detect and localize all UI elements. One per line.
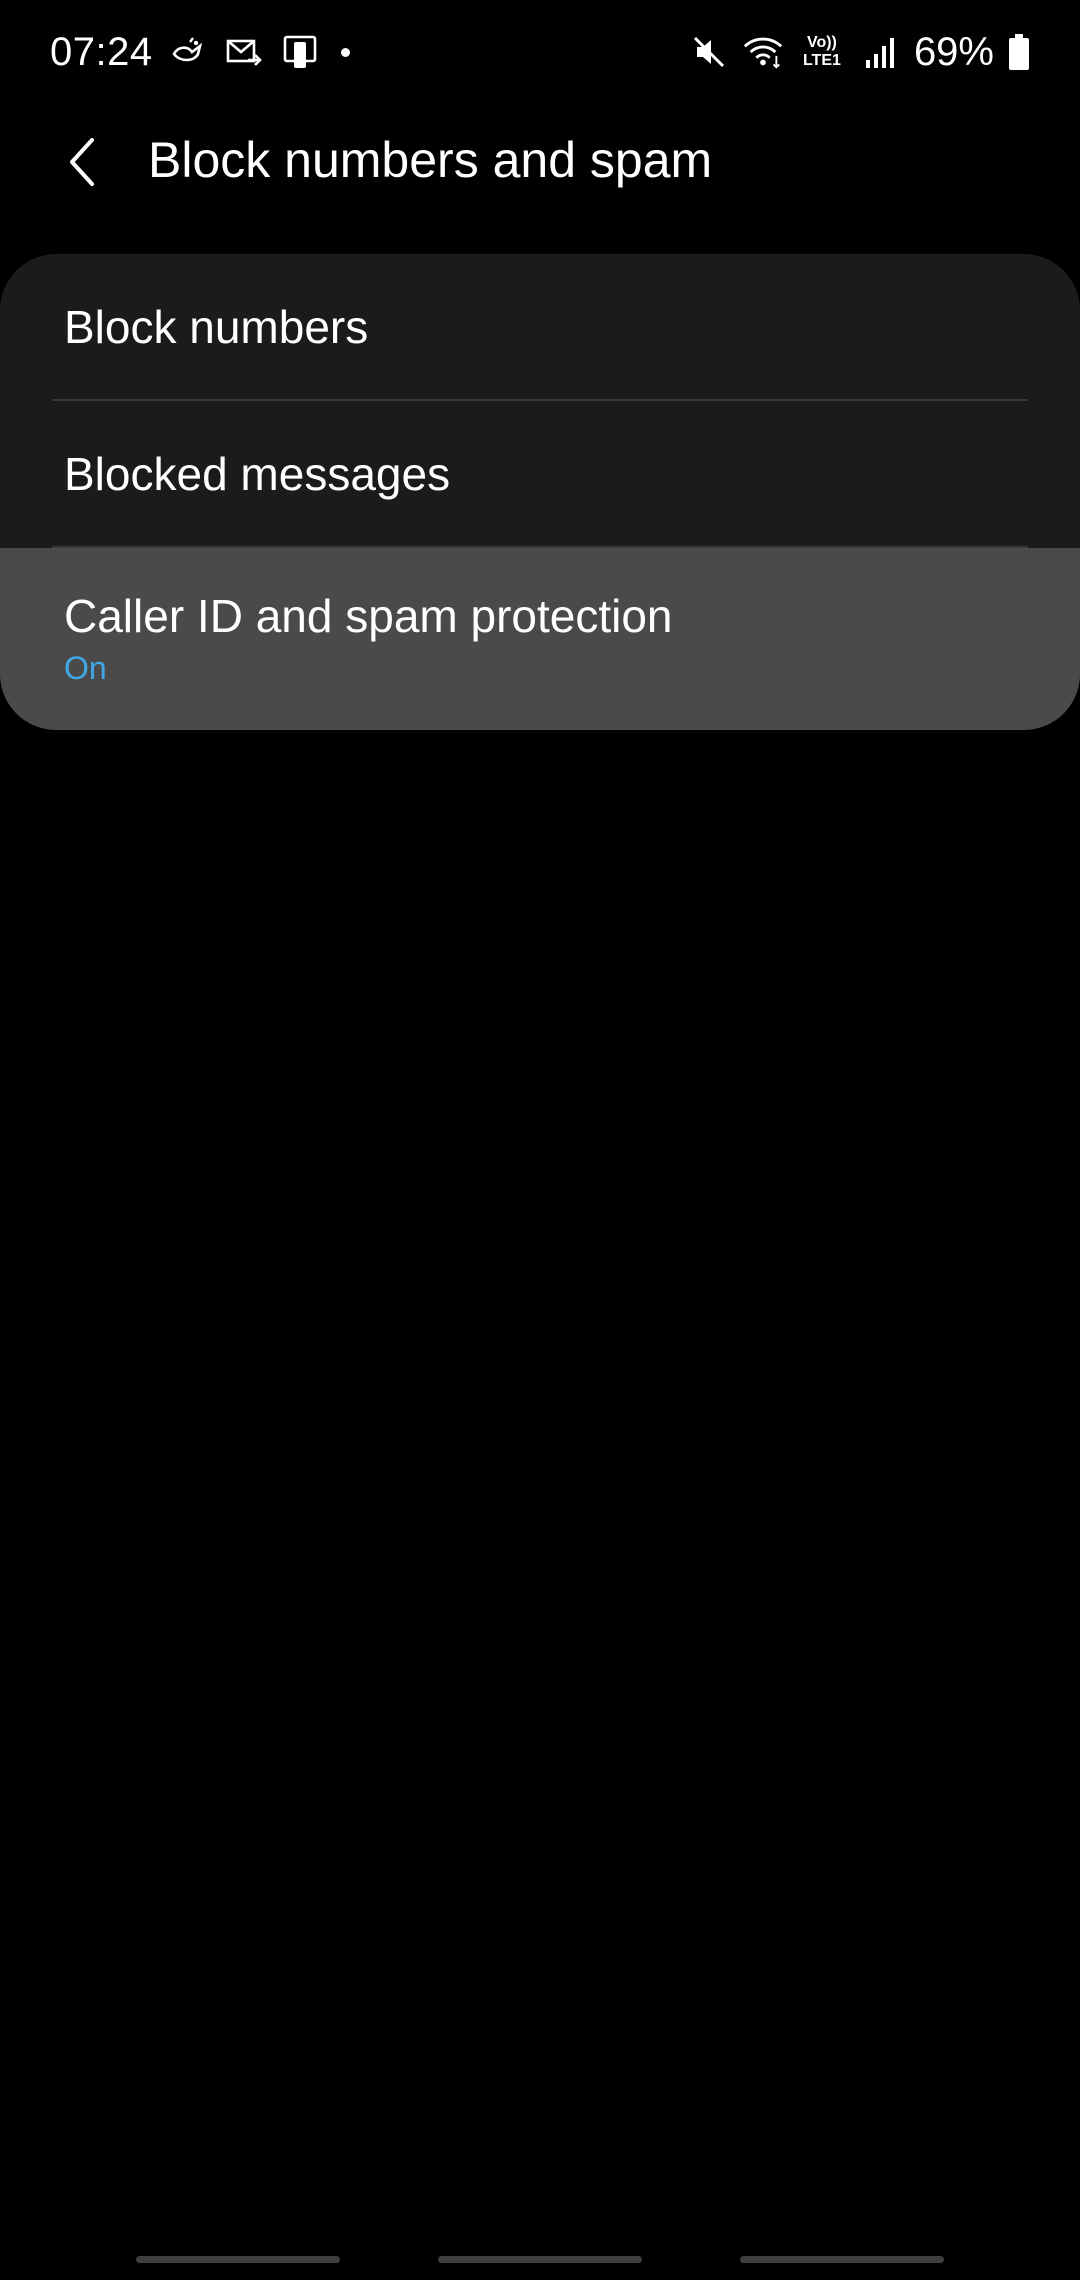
gesture-hint-home[interactable] <box>438 2256 642 2263</box>
caller-id-spam-protection-item[interactable]: Caller ID and spam protection On <box>0 548 1080 730</box>
block-numbers-item[interactable]: Block numbers <box>0 254 1080 400</box>
battery-icon <box>1006 31 1032 73</box>
app-header: Block numbers and spam <box>0 110 1080 210</box>
page-title: Block numbers and spam <box>148 132 713 188</box>
gesture-hint-right[interactable] <box>740 2256 944 2263</box>
wifi-icon <box>742 31 784 73</box>
mute-icon <box>688 31 730 73</box>
status-bar: 07:24 Vo)) LTE1 69% <box>0 0 1080 104</box>
network-label: Vo)) LTE1 <box>802 34 841 69</box>
chevron-left-icon <box>70 138 94 186</box>
caller-id-status: On <box>64 650 107 686</box>
block-numbers-label: Block numbers <box>64 301 369 353</box>
status-left: 07:24 <box>50 26 350 78</box>
volte-lte-icon: Vo)) LTE1 <box>796 31 848 73</box>
bird-notification-icon <box>167 31 209 73</box>
blocked-messages-label: Blocked messages <box>64 448 451 500</box>
caller-id-label: Caller ID and spam protection <box>64 590 673 642</box>
signal-bars-icon <box>860 31 902 73</box>
blocked-messages-item[interactable]: Blocked messages <box>0 401 1080 547</box>
status-time: 07:24 <box>50 29 153 74</box>
dot-icon <box>340 47 350 57</box>
phone-card-icon <box>279 31 321 73</box>
mail-forward-icon <box>223 31 265 73</box>
gesture-hint-left[interactable] <box>136 2256 340 2263</box>
status-right: Vo)) LTE1 69% <box>688 26 1032 78</box>
back-button[interactable] <box>46 126 118 198</box>
battery-percent: 69% <box>913 29 994 74</box>
settings-list: Block numbers Blocked messages Caller ID… <box>0 254 1080 730</box>
